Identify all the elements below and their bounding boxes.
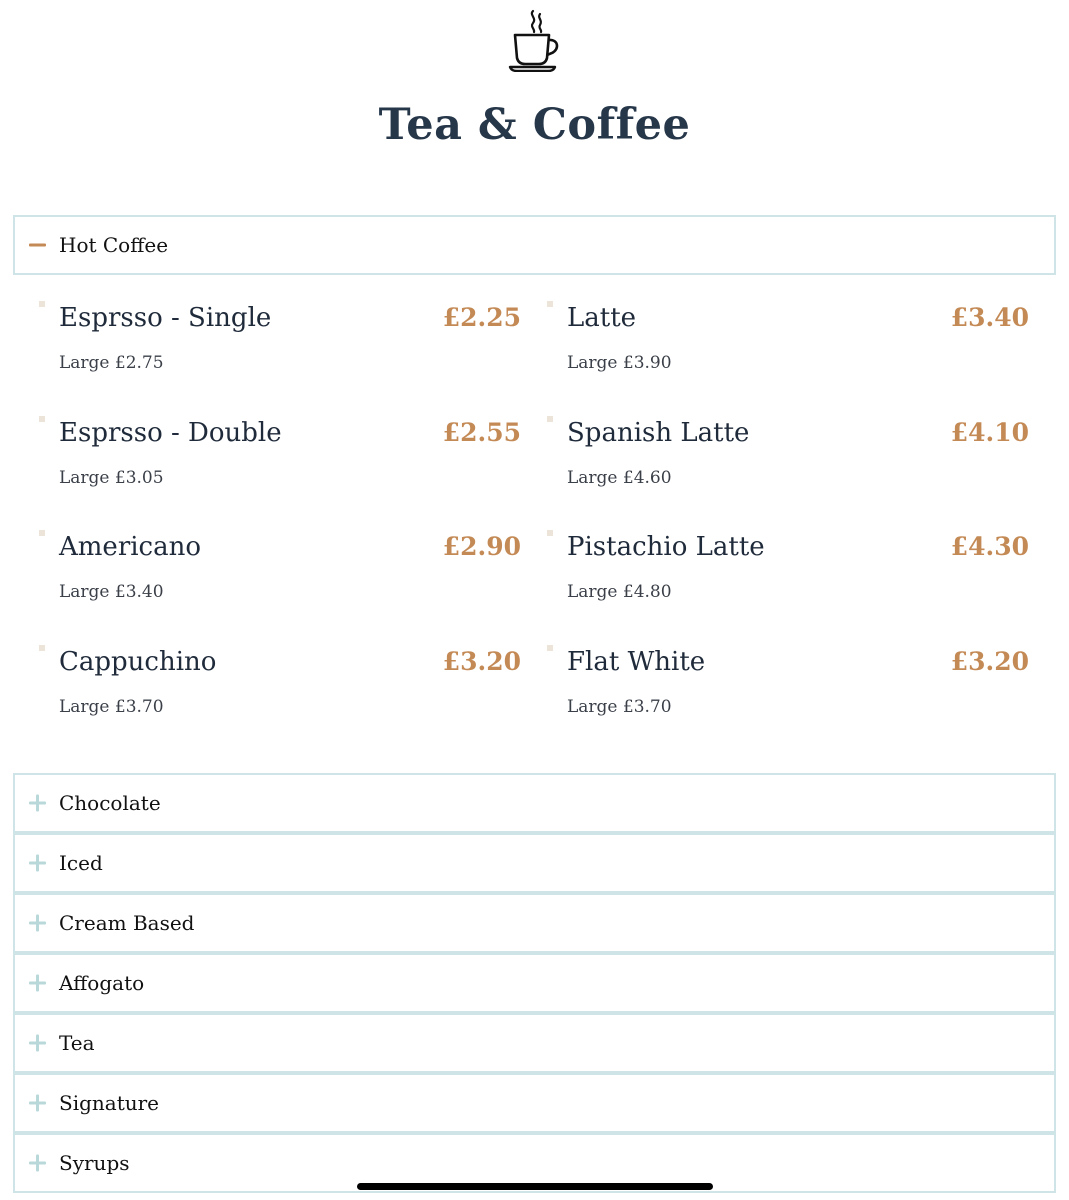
menu-item: Spanish Latte £4.10 Large £4.60 [547, 416, 1037, 516]
bullet-icon [547, 645, 553, 651]
minus-icon [29, 237, 46, 254]
section-label: Affogato [59, 971, 145, 995]
section-label: Cream Based [59, 911, 195, 935]
item-price: £2.25 [442, 303, 521, 332]
item-large-price: Large £4.80 [567, 582, 672, 602]
section-label: Tea [59, 1031, 95, 1055]
bullet-icon [39, 530, 45, 536]
home-indicator[interactable] [357, 1183, 713, 1190]
section-label: Syrups [59, 1151, 130, 1175]
section-iced[interactable]: Iced [13, 833, 1056, 893]
page-title: Tea & Coffee [378, 100, 691, 150]
plus-icon [29, 794, 46, 812]
plus-icon [29, 1034, 46, 1052]
item-price: £3.20 [950, 647, 1029, 676]
section-tea[interactable]: Tea [13, 1013, 1056, 1073]
item-price: £3.20 [442, 647, 521, 676]
section-affogato[interactable]: Affogato [13, 953, 1056, 1013]
menu-item: Pistachio Latte £4.30 Large £4.80 [547, 530, 1037, 630]
item-name: Americano [59, 532, 202, 562]
plus-icon [29, 854, 46, 872]
item-large-price: Large £2.75 [59, 353, 164, 373]
item-name: Pistachio Latte [567, 532, 765, 562]
section-signature[interactable]: Signature [13, 1073, 1056, 1133]
item-price: £4.30 [950, 532, 1029, 561]
item-name: Flat White [567, 647, 706, 677]
menu-item: Latte £3.40 Large £3.90 [547, 301, 1037, 401]
item-price: £3.40 [950, 303, 1029, 332]
section-label: Signature [59, 1091, 160, 1115]
plus-icon [29, 1094, 46, 1112]
item-name: Esprsso - Single [59, 303, 272, 333]
section-hot-coffee[interactable]: Hot Coffee [13, 215, 1056, 275]
item-name: Cappuchino [59, 647, 217, 677]
menu-item: Esprsso - Single £2.25 Large £2.75 [39, 301, 529, 401]
section-label: Chocolate [59, 791, 161, 815]
section-label: Iced [59, 851, 103, 875]
bullet-icon [39, 645, 45, 651]
item-price: £2.55 [442, 418, 521, 447]
section-label: Hot Coffee [59, 233, 169, 257]
bullet-icon [39, 301, 45, 307]
item-large-price: Large £3.70 [567, 697, 672, 717]
bullet-icon [547, 301, 553, 307]
item-large-price: Large £4.60 [567, 468, 672, 488]
section-chocolate[interactable]: Chocolate [13, 773, 1056, 833]
item-large-price: Large £3.40 [59, 582, 164, 602]
bullet-icon [547, 416, 553, 422]
item-name: Latte [567, 303, 637, 333]
item-price: £4.10 [950, 418, 1029, 447]
page-header: Tea & Coffee [0, 0, 1069, 200]
item-large-price: Large £3.05 [59, 468, 164, 488]
item-name: Esprsso - Double [59, 418, 282, 448]
item-name: Spanish Latte [567, 418, 750, 448]
section-cream-based[interactable]: Cream Based [13, 893, 1056, 953]
coffee-cup-icon [508, 9, 559, 72]
plus-icon [29, 914, 46, 932]
item-price: £2.90 [442, 532, 521, 561]
item-large-price: Large £3.90 [567, 353, 672, 373]
plus-icon [29, 974, 46, 992]
menu-item: Cappuchino £3.20 Large £3.70 [39, 645, 529, 745]
menu-item: Americano £2.90 Large £3.40 [39, 530, 529, 630]
plus-icon [29, 1154, 46, 1172]
menu-item: Esprsso - Double £2.55 Large £3.05 [39, 416, 529, 516]
bullet-icon [547, 530, 553, 536]
menu-item: Flat White £3.20 Large £3.70 [547, 645, 1037, 745]
bullet-icon [39, 416, 45, 422]
item-large-price: Large £3.70 [59, 697, 164, 717]
